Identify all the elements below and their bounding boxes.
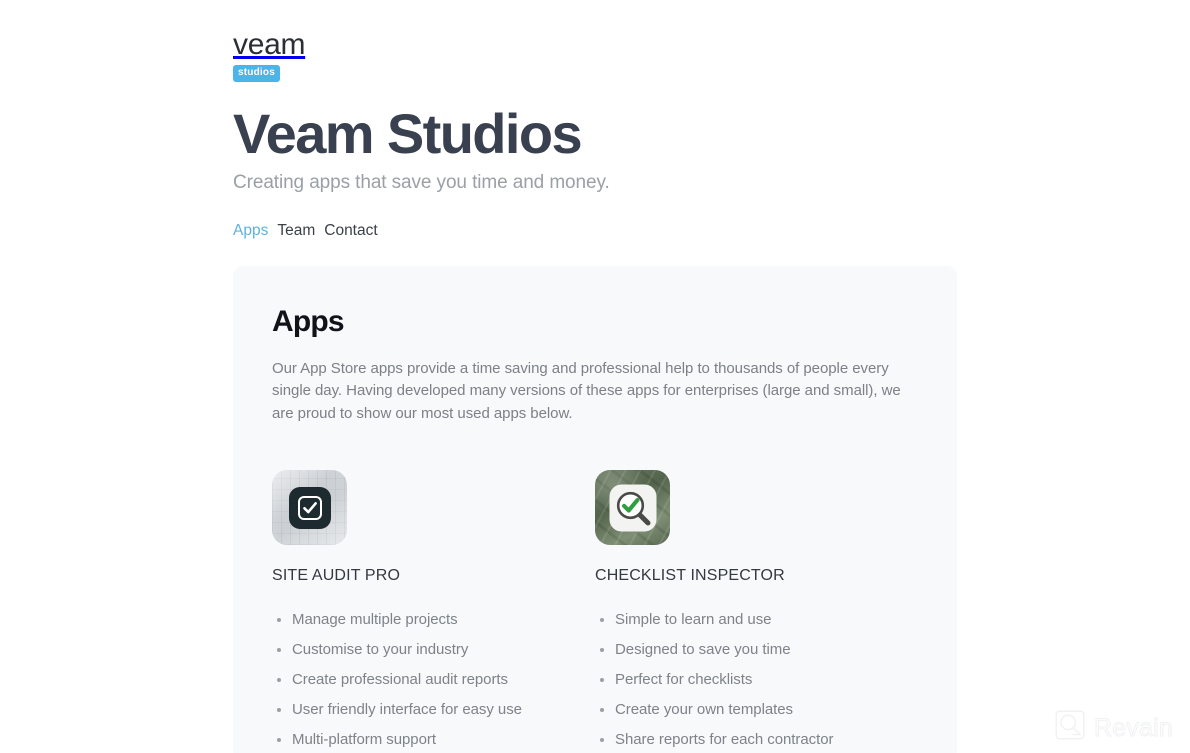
list-item: Share reports for each contractor (595, 730, 918, 750)
site-logo[interactable]: veam studios (233, 28, 353, 82)
revain-watermark: Revain (1055, 710, 1173, 745)
revain-watermark-text: Revain (1093, 713, 1173, 742)
apps-section-title: Apps (272, 305, 345, 338)
list-item: User friendly interface for easy use (272, 700, 595, 720)
app-card-checklist-inspector: CHECKLIST INSPECTOR Simple to learn and … (595, 470, 918, 753)
app-title: CHECKLIST INSPECTOR (595, 567, 785, 585)
magnifier-check-icon (610, 485, 655, 530)
nav-item-team[interactable]: Team (277, 222, 315, 239)
page-title: Veam Studios (233, 102, 583, 165)
apps-section-card: Apps Our App Store apps provide a time s… (233, 266, 957, 753)
logo-studios-badge: studios (233, 65, 280, 82)
list-item: Simple to learn and use (595, 610, 918, 630)
site-header: veam studios Veam Studios Creating apps … (233, 28, 957, 241)
checklist-inspector-app-icon[interactable] (595, 470, 670, 546)
page-root: veam studios Veam Studios Creating apps … (0, 0, 1190, 753)
nav-item-apps[interactable]: Apps (233, 222, 268, 239)
apps-section-intro: Our App Store apps provide a time saving… (272, 360, 901, 422)
list-item: Perfect for checklists (595, 670, 918, 690)
list-item: Manage multiple projects (272, 610, 595, 630)
main-navigation: Apps Team Contact (233, 221, 957, 241)
app-card-site-audit-pro: SITE AUDIT PRO Manage multiple projects … (272, 470, 595, 753)
apps-grid: SITE AUDIT PRO Manage multiple projects … (272, 470, 918, 753)
list-item: Create professional audit reports (272, 670, 595, 690)
revain-logo-icon (1055, 710, 1085, 745)
page-tagline: Creating apps that save you time and mon… (233, 172, 610, 193)
list-item: Designed to save you time (595, 640, 918, 660)
checkbox-check-icon (297, 495, 322, 520)
list-item: Multi-platform support (272, 730, 595, 750)
app-feature-list: Simple to learn and use Designed to save… (595, 610, 918, 750)
app-title: SITE AUDIT PRO (272, 567, 401, 585)
list-item: Create your own templates (595, 700, 918, 720)
list-item: Customise to your industry (272, 640, 595, 660)
nav-item-contact[interactable]: Contact (324, 222, 377, 239)
app-feature-list: Manage multiple projects Customise to yo… (272, 610, 595, 750)
logo-wordmark: veam (233, 28, 306, 61)
site-audit-pro-app-icon[interactable] (272, 470, 347, 546)
